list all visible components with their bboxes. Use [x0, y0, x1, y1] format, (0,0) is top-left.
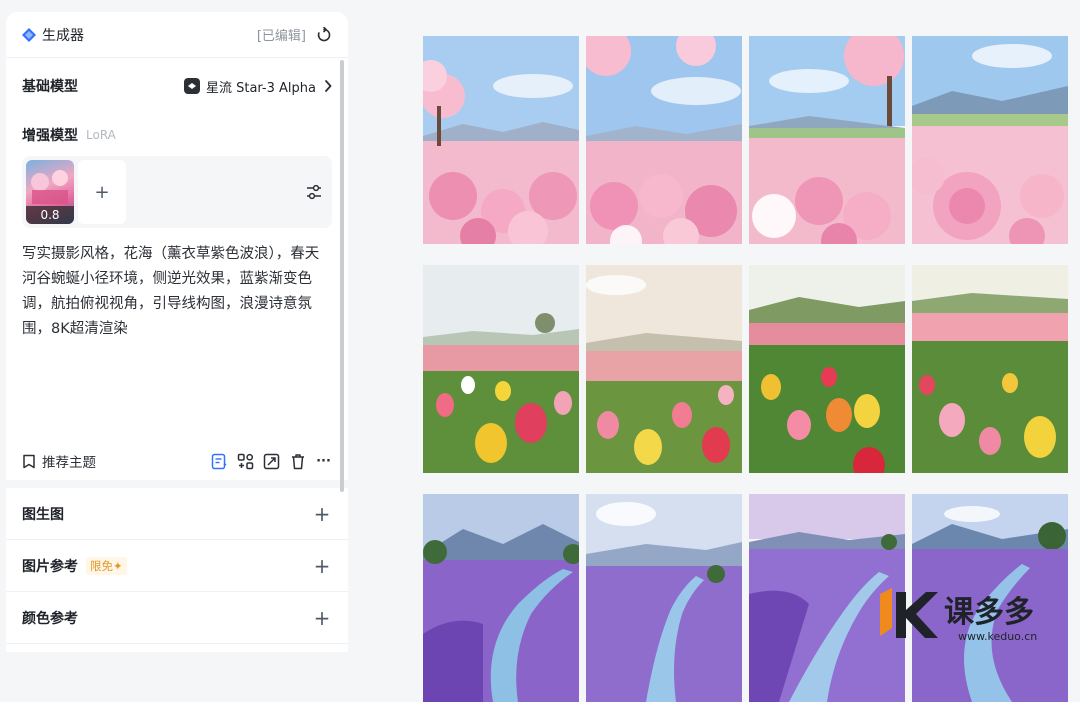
tulip-field-image: [749, 265, 905, 473]
gallery-image[interactable]: [423, 265, 579, 473]
prompt-enhance-icon[interactable]: [211, 453, 228, 470]
panel-title: 生成器: [42, 27, 84, 44]
section-color-reference[interactable]: 颜色参考 +: [6, 592, 348, 644]
gallery-image[interactable]: [912, 36, 1068, 244]
model-icon: [183, 78, 200, 94]
gallery-image[interactable]: [912, 265, 1068, 473]
enhance-model-label: 增强模型: [22, 128, 78, 144]
cherry-peony-image: [423, 36, 579, 244]
watermark-brand: 课多多: [944, 595, 1034, 630]
reset-icon[interactable]: [316, 26, 332, 43]
bookmark-icon: [23, 454, 35, 468]
lora-tag: LoRA: [86, 128, 116, 142]
gallery-image[interactable]: [586, 494, 742, 702]
gallery-image[interactable]: [586, 36, 742, 244]
model-selector[interactable]: 星流 Star-3 Alpha: [183, 77, 332, 96]
section-label: 图生图: [22, 506, 64, 523]
expand-editor-icon[interactable]: [263, 453, 280, 470]
add-lora-button[interactable]: +: [78, 160, 126, 224]
lavender-river-image: [586, 494, 742, 702]
brand-watermark: 课多多 www.keduo.cn: [880, 588, 1037, 643]
tulip-field-image: [912, 265, 1068, 473]
tulip-field-image: [423, 265, 579, 473]
gallery-image[interactable]: [749, 36, 905, 244]
more-icon[interactable]: ···: [315, 453, 332, 470]
cherry-peony-image: [586, 36, 742, 244]
edited-status: [已编辑]: [256, 29, 306, 44]
recommend-topic-button[interactable]: 推荐主题: [22, 451, 96, 471]
cherry-peony-image: [749, 36, 905, 244]
plus-icon[interactable]: +: [312, 502, 332, 526]
gallery-image[interactable]: [423, 494, 579, 702]
free-badge: 限免✦: [86, 556, 127, 575]
lora-strength: 0.8: [26, 206, 74, 224]
prompt-tools: ···: [211, 453, 332, 470]
section-divider: [6, 480, 348, 488]
plus-icon[interactable]: +: [312, 554, 332, 578]
cherry-peony-image: [912, 36, 1068, 244]
chevron-right-icon: [325, 80, 332, 92]
tulip-field-image: [586, 265, 742, 473]
lora-thumbnail[interactable]: 0.8: [26, 160, 74, 224]
base-model-row[interactable]: 基础模型 星流 Star-3 Alpha: [6, 58, 348, 114]
lavender-river-image: [423, 494, 579, 702]
lora-container: 0.8 +: [22, 156, 332, 228]
gallery-image[interactable]: [423, 36, 579, 244]
section-label: 图片参考: [22, 558, 78, 575]
base-model-label: 基础模型: [22, 79, 78, 95]
trash-icon[interactable]: [289, 453, 306, 470]
panel-scrollbar[interactable]: [340, 60, 344, 492]
image-to-prompt-icon[interactable]: [237, 453, 254, 470]
plus-icon[interactable]: +: [312, 606, 332, 630]
watermark-url: www.keduo.cn: [958, 630, 1037, 643]
recommend-topic-label: 推荐主题: [42, 455, 96, 471]
prompt-textarea[interactable]: 写实摄影风格，花海（薰衣草紫色波浪），春天河谷蜿蜒小径环境，侧逆光效果，蓝紫渐变…: [6, 228, 348, 442]
section-image-to-image[interactable]: 图生图 +: [6, 488, 348, 540]
sliders-icon[interactable]: [304, 182, 324, 202]
gallery-image[interactable]: [749, 265, 905, 473]
generator-panel: 生成器 [已编辑] 基础模型 星流 Star-3 Alpha 增强模型 LoRA: [6, 12, 348, 652]
gallery-image[interactable]: [586, 265, 742, 473]
section-label: 颜色参考: [22, 610, 78, 627]
panel-header: 生成器 [已编辑]: [6, 12, 348, 58]
prompt-toolbar: 推荐主题 ···: [6, 442, 348, 480]
enhance-model-row: 增强模型 LoRA: [6, 114, 348, 156]
model-name: 星流 Star-3 Alpha: [205, 80, 316, 96]
generator-logo-icon: [22, 27, 36, 42]
section-image-reference[interactable]: 图片参考 限免✦ +: [6, 540, 348, 592]
